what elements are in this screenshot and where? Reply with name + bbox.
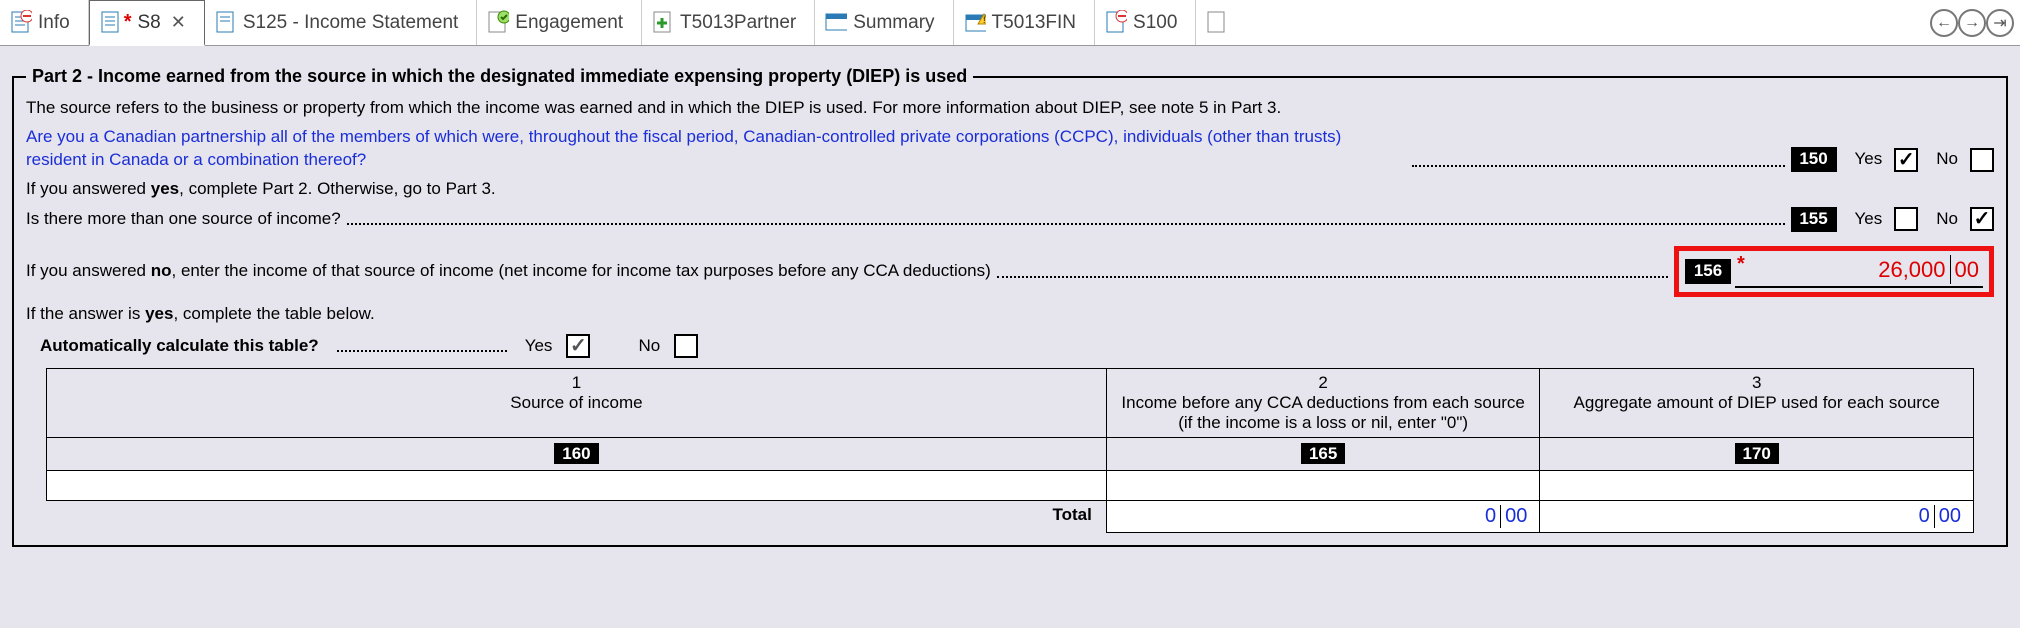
leader-dots <box>337 335 507 352</box>
col3-header: 3 Aggregate amount of DIEP used for each… <box>1540 369 1974 438</box>
total-170: 000 <box>1540 501 1974 533</box>
yes-label: Yes <box>525 336 553 356</box>
tab-nav-arrows: ← → ⇥ <box>1930 0 2020 45</box>
close-icon[interactable]: ✕ <box>171 12 186 33</box>
form-icon <box>1206 10 1228 36</box>
nav-forward-button[interactable]: → <box>1958 9 1986 37</box>
tab-label: T5013FIN <box>992 12 1076 34</box>
tab-t5013partner[interactable]: T5013Partner <box>642 0 815 45</box>
total-165: 000 <box>1106 501 1540 533</box>
tab-t5013fin[interactable]: ! T5013FIN <box>954 0 1095 45</box>
field-code-155: 155 <box>1791 207 1837 232</box>
cell-165-input[interactable] <box>1106 471 1540 501</box>
tab-s8[interactable]: * S8 ✕ <box>89 0 205 46</box>
tab-engagement[interactable]: Engagement <box>477 0 642 45</box>
col2-header: 2 Income before any CCA deductions from … <box>1106 369 1540 438</box>
q-ccpc-hint: If you answered yes, complete Part 2. Ot… <box>26 178 496 201</box>
field-code-150: 150 <box>1791 147 1837 172</box>
tab-bar: Info * S8 ✕ S125 - Income Statement Enga… <box>0 0 2020 46</box>
field-156-dollars: 26,000 <box>1878 255 1945 285</box>
tab-label: S125 - Income Statement <box>243 12 458 34</box>
part2-fieldset: Part 2 - Income earned from the source i… <box>12 66 2008 547</box>
q-multi-text: Is there more than one source of income? <box>26 208 341 231</box>
part2-intro: The source refers to the business or pro… <box>26 97 1281 120</box>
tab-info[interactable]: Info <box>0 0 89 45</box>
cell-170-input[interactable] <box>1540 471 1974 501</box>
q155-no-checkbox[interactable] <box>1970 207 1994 231</box>
q-yes-hint: If the answer is yes, complete the table… <box>26 303 375 326</box>
leader-dots <box>997 261 1668 278</box>
leader-dots <box>1412 150 1785 167</box>
no-label: No <box>1936 208 1958 231</box>
modified-indicator-icon: * <box>124 11 132 34</box>
field-156-input[interactable]: * 26,000 00 <box>1735 255 1983 289</box>
q-ccpc-text: Are you a Canadian partnership all of th… <box>26 126 1406 172</box>
field-code-165: 165 <box>1301 443 1345 464</box>
autocalc-label: Automatically calculate this table? <box>40 336 319 356</box>
no-label: No <box>638 336 660 356</box>
q155-yes-checkbox[interactable] <box>1894 207 1918 231</box>
tab-label: S8 <box>138 12 161 34</box>
no-label: No <box>1936 148 1958 171</box>
field-code-156: 156 <box>1685 259 1731 284</box>
field-code-170: 170 <box>1735 443 1779 464</box>
q150-no-checkbox[interactable] <box>1970 148 1994 172</box>
q150-yes-checkbox[interactable] <box>1894 148 1918 172</box>
part2-legend: Part 2 - Income earned from the source i… <box>26 66 973 87</box>
total-label: Total <box>47 501 1107 533</box>
autocalc-no-checkbox[interactable] <box>674 334 698 358</box>
tab-label: S100 <box>1133 12 1177 34</box>
form-icon <box>10 10 32 36</box>
svg-text:!: ! <box>983 15 986 25</box>
field-156-cents: 00 <box>1950 255 1979 285</box>
nav-back-button[interactable]: ← <box>1930 9 1958 37</box>
tab-summary[interactable]: Summary <box>815 0 953 45</box>
cell-160-input[interactable] <box>47 471 1107 501</box>
field-156-highlight: 156 * 26,000 00 <box>1674 246 1994 298</box>
form-warn-icon: ! <box>964 10 986 36</box>
form-check-icon <box>487 10 509 36</box>
leader-dots <box>347 208 1785 225</box>
field-code-160: 160 <box>554 443 598 464</box>
table-row <box>47 471 1974 501</box>
form-icon <box>1105 10 1127 36</box>
diep-sources-table: 1 Source of income 2 Income before any C… <box>46 368 1974 533</box>
tab-s100[interactable]: S100 <box>1095 0 1196 45</box>
tab-label: Engagement <box>515 12 623 34</box>
total-row: Total 000 000 <box>47 501 1974 533</box>
q-no-income-text: If you answered no, enter the income of … <box>26 260 991 283</box>
tab-label: Summary <box>853 12 934 34</box>
tab-label: T5013Partner <box>680 12 796 34</box>
required-indicator-icon: * <box>1737 251 1745 278</box>
col1-header: 1 Source of income <box>47 369 1107 438</box>
tab-s125[interactable]: S125 - Income Statement <box>205 0 477 45</box>
yes-label: Yes <box>1855 208 1883 231</box>
summary-icon <box>825 10 847 36</box>
tab-overflow[interactable] <box>1196 0 1232 45</box>
autocalc-yes-checkbox[interactable] <box>566 334 590 358</box>
form-icon <box>100 10 122 36</box>
yes-label: Yes <box>1855 148 1883 171</box>
form-add-icon <box>652 10 674 36</box>
form-icon <box>215 10 237 36</box>
nav-last-button[interactable]: ⇥ <box>1986 9 2014 37</box>
tab-label: Info <box>38 12 70 34</box>
